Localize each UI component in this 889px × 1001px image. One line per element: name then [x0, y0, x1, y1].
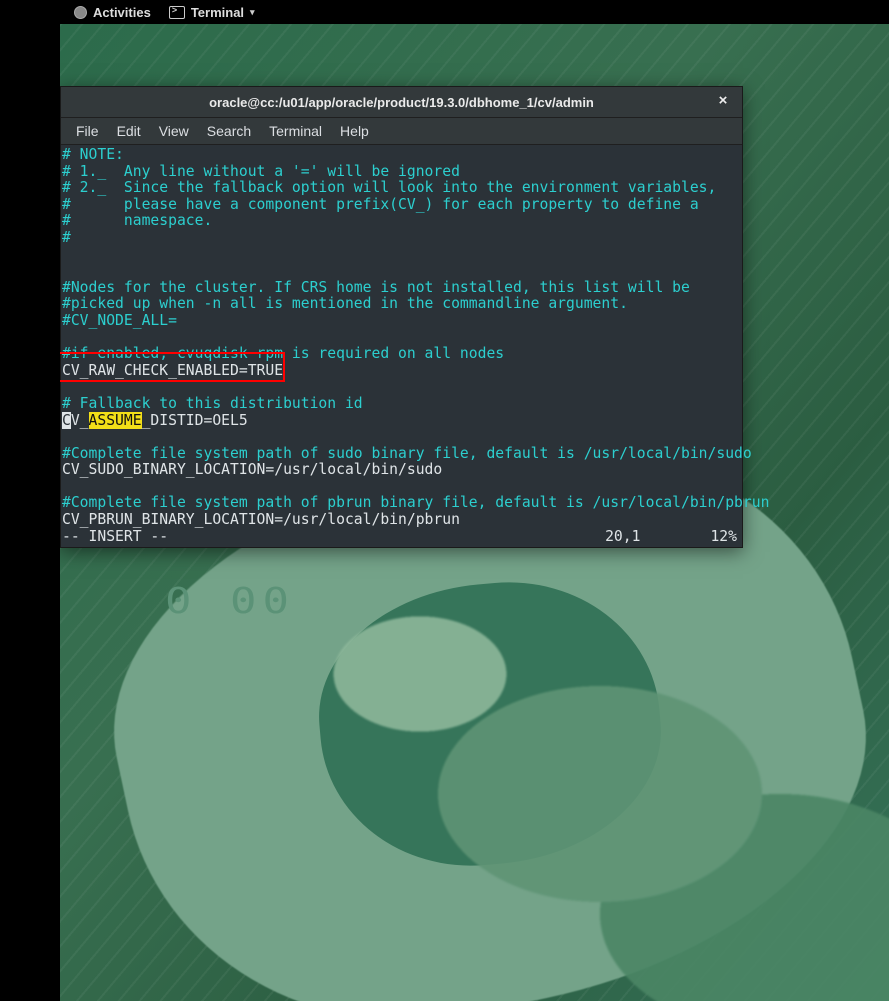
chevron-down-icon: ▾ — [250, 7, 255, 18]
close-button[interactable]: × — [714, 92, 732, 110]
activities-button[interactable]: Activities — [74, 5, 151, 20]
editor-line: CV_SUDO_BINARY_LOCATION=/usr/local/bin/s… — [62, 461, 442, 478]
vim-scroll-pct: 12% — [710, 529, 737, 546]
activities-icon — [74, 6, 87, 19]
editor-line: # namespace. — [62, 212, 212, 229]
editor-line: #Nodes for the cluster. If CRS home is n… — [62, 279, 690, 296]
editor-line: CV_RAW_CHECK_ENABLED=TRUE — [62, 362, 283, 379]
menu-view[interactable]: View — [150, 123, 198, 139]
wallpaper-text: 0 00 — [165, 581, 295, 622]
editor-line: # — [62, 229, 71, 246]
window-title: oracle@cc:/u01/app/oracle/product/19.3.0… — [209, 95, 594, 110]
editor-line: #CV_NODE_ALL= — [62, 312, 177, 329]
menu-file[interactable]: File — [67, 123, 108, 139]
editor-line: # Fallback to this distribution id — [62, 395, 363, 412]
editor-line-frag: V_ — [71, 412, 89, 429]
editor-line: #Complete file system path of pbrun bina… — [62, 494, 769, 511]
editor-line: # 1._ Any line without a '=' will be ign… — [62, 163, 460, 180]
editor-line: #if enabled, cvuqdisk rpm is required on… — [62, 345, 504, 362]
editor-line: # 2._ Since the fallback option will loo… — [62, 179, 716, 196]
vim-status-line: -- INSERT -- 20,1 12% — [62, 529, 741, 546]
search-highlight: ASSUME — [89, 412, 142, 429]
editor-line: # please have a component prefix(CV_) fo… — [62, 196, 699, 213]
menu-search[interactable]: Search — [198, 123, 260, 139]
terminal-icon — [169, 6, 185, 19]
app-menu-terminal[interactable]: Terminal ▾ — [169, 5, 255, 20]
menu-terminal[interactable]: Terminal — [260, 123, 331, 139]
terminal-window: oracle@cc:/u01/app/oracle/product/19.3.0… — [60, 86, 743, 548]
window-titlebar[interactable]: oracle@cc:/u01/app/oracle/product/19.3.0… — [61, 87, 742, 118]
app-menu-label: Terminal — [191, 5, 244, 20]
gnome-top-bar: Activities Terminal ▾ — [0, 0, 889, 24]
activities-label: Activities — [93, 5, 151, 20]
editor-line: #picked up when -n all is mentioned in t… — [62, 295, 628, 312]
vim-cursor-pos: 20,1 — [605, 529, 640, 546]
editor-line: CV_PBRUN_BINARY_LOCATION=/usr/local/bin/… — [62, 511, 460, 528]
vim-mode: -- INSERT -- — [62, 529, 168, 546]
editor-line: # NOTE: — [62, 146, 124, 163]
editor-line-frag: _DISTID=OEL5 — [142, 412, 248, 429]
menu-edit[interactable]: Edit — [108, 123, 150, 139]
terminal-content[interactable]: # NOTE: # 1._ Any line without a '=' wil… — [61, 145, 742, 547]
menu-bar: File Edit View Search Terminal Help — [61, 118, 742, 145]
editor-line: #Complete file system path of sudo binar… — [62, 445, 752, 462]
desktop-wallpaper: 0 00 oracle@cc:/u01/app/oracle/product/1… — [60, 24, 889, 1001]
menu-help[interactable]: Help — [331, 123, 378, 139]
editor-cursor: C — [62, 412, 71, 429]
